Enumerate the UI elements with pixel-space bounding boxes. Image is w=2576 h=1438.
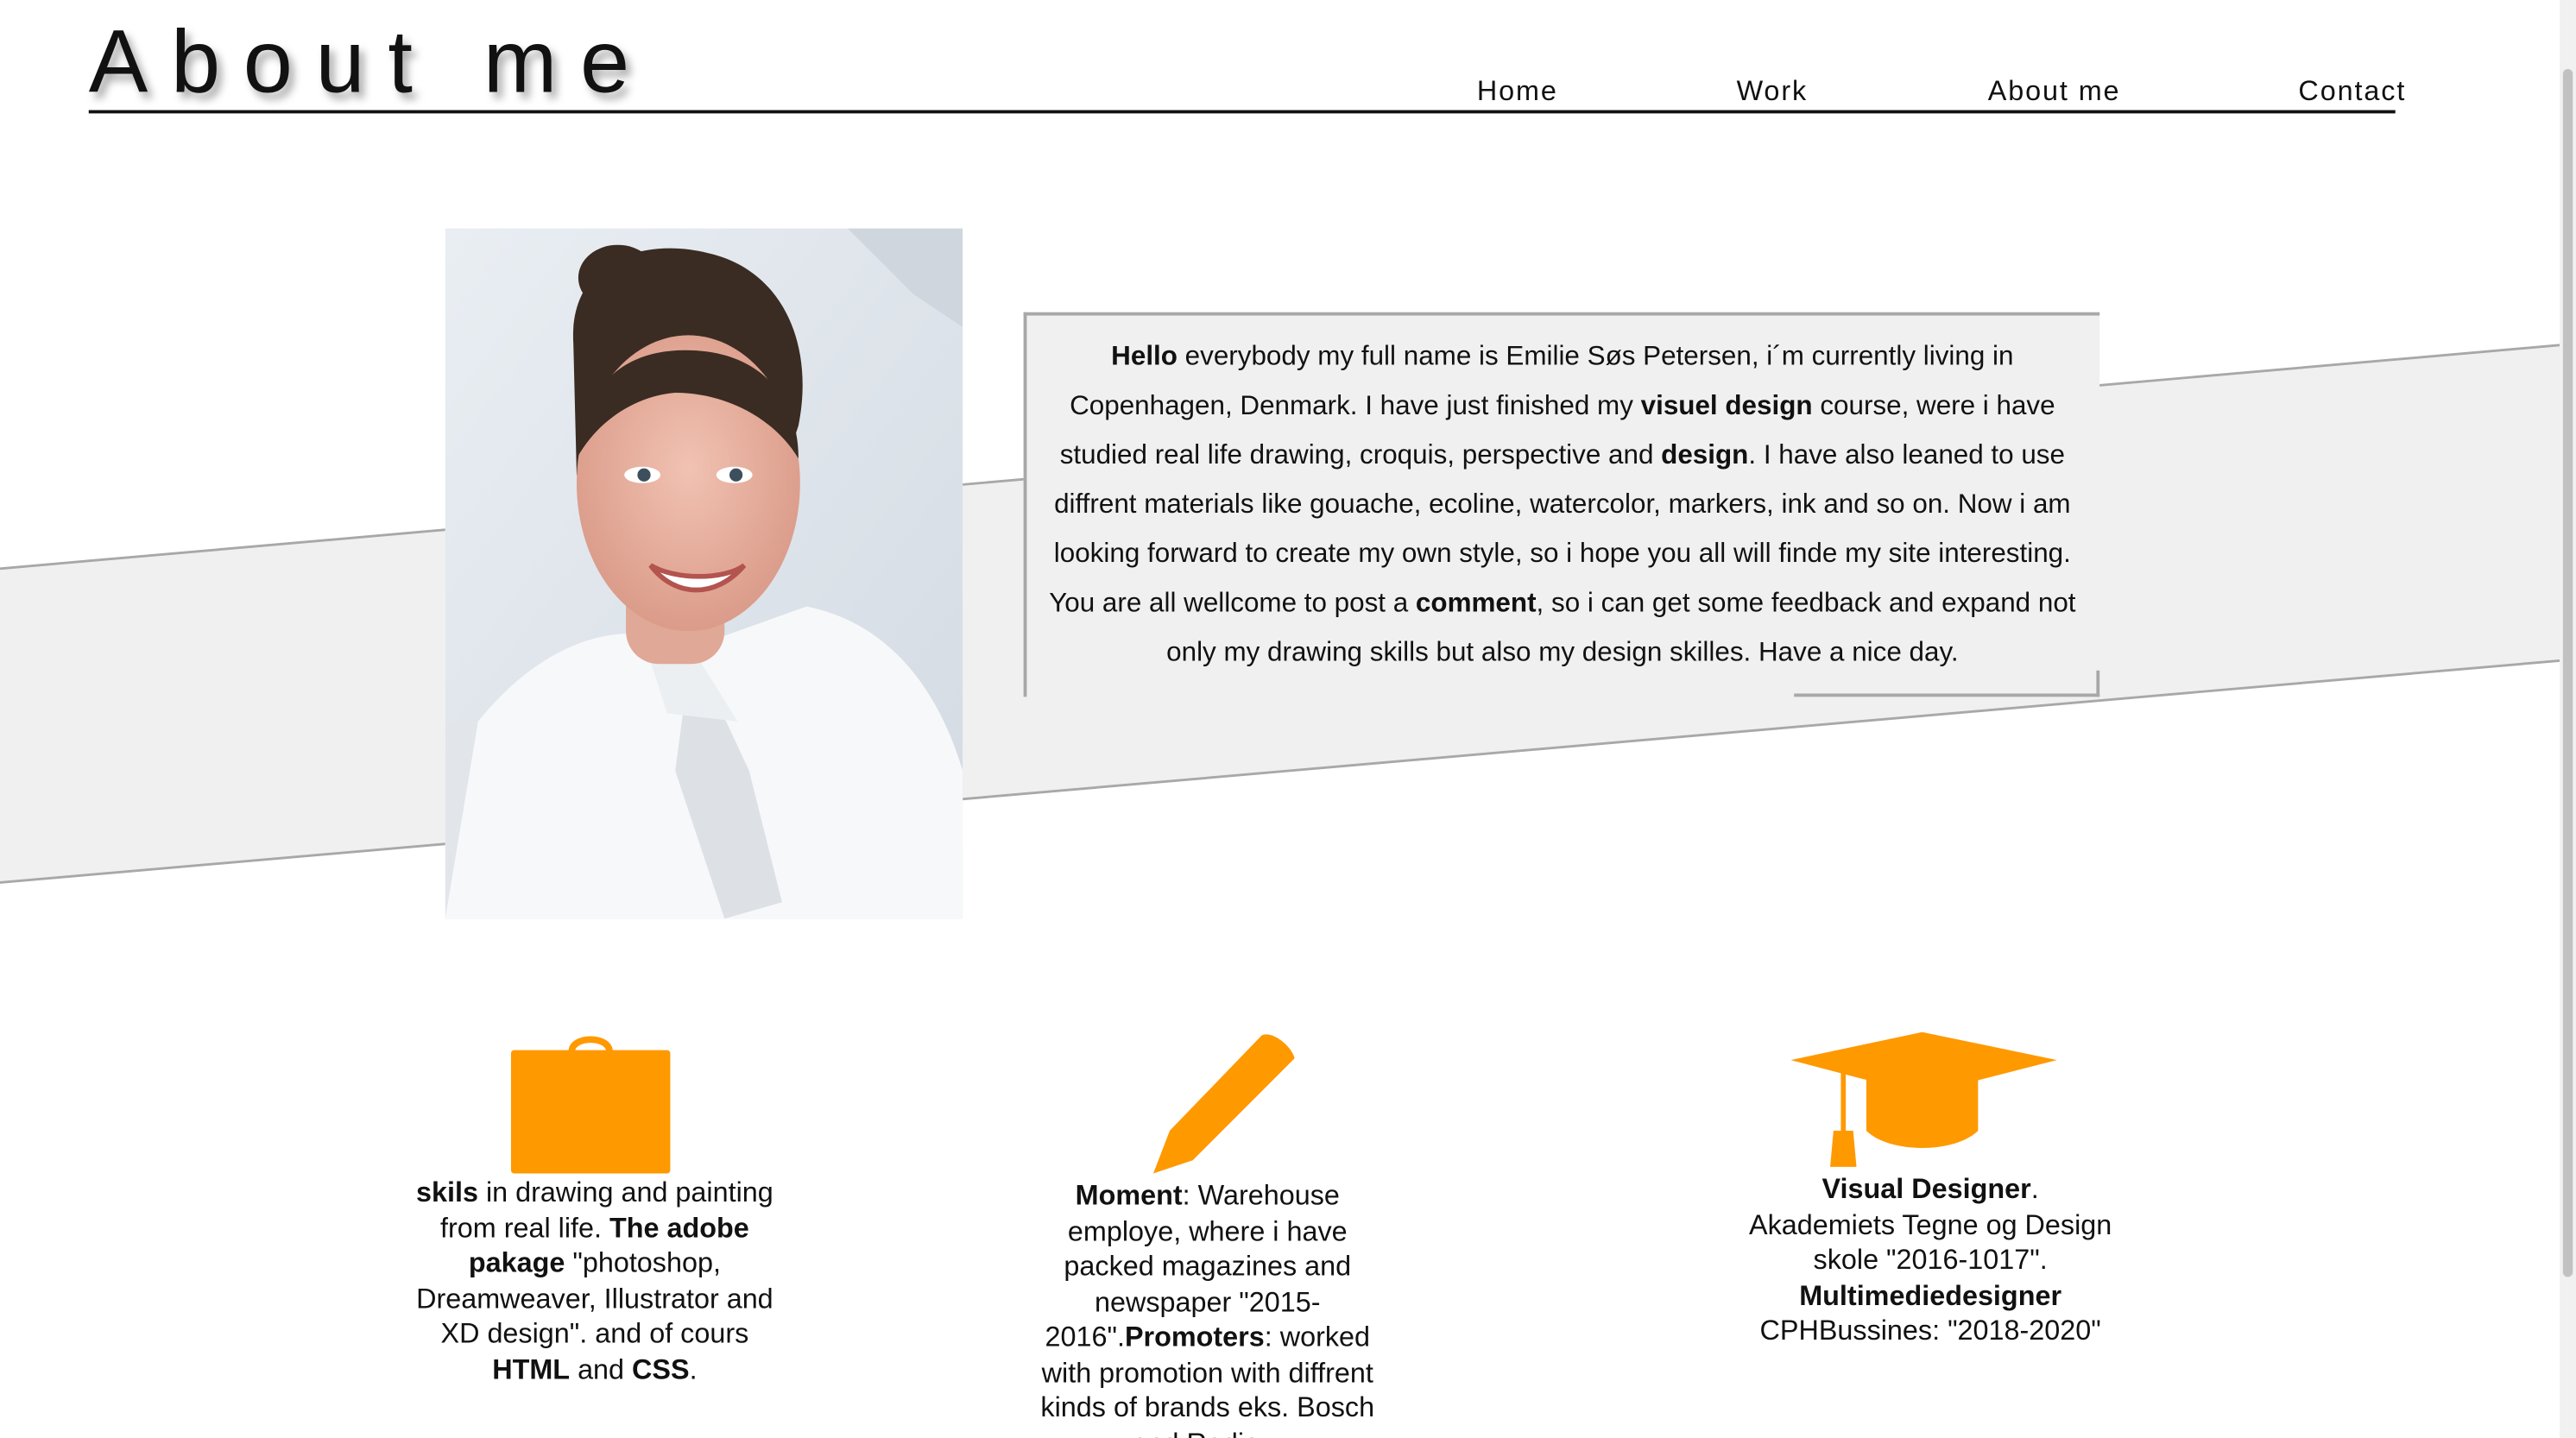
text-run: and — [570, 1353, 633, 1385]
skills-text: skils in drawing and painting from real … — [404, 1175, 786, 1387]
bold-text: Moment — [1075, 1180, 1183, 1212]
education-text: Visual Designer. Akademiets Tegne og Des… — [1748, 1172, 2112, 1349]
intro-card-corner-edge — [2096, 670, 2100, 697]
bold-text: Hello — [1111, 342, 1178, 372]
text-run: CPHBussines: "2018-2020" — [1759, 1315, 2101, 1347]
pencil-icon — [1152, 1034, 1295, 1174]
bold-text: visuel design — [1640, 391, 1813, 421]
page-scrollbar[interactable] — [2560, 0, 2576, 1438]
bold-text: HTML — [492, 1353, 571, 1385]
nav-home-link[interactable]: Home — [1477, 76, 1558, 109]
bold-text: comment — [1415, 588, 1537, 618]
bold-text: Visual Designer — [1822, 1173, 2031, 1205]
main-nav: Home Work About me Contact — [0, 76, 2560, 112]
nav-contact-link[interactable]: Contact — [2298, 76, 2406, 109]
graduation-cap-icon — [1790, 1031, 2057, 1167]
intro-card-corner — [1794, 693, 2100, 697]
page: About me Home Work About me Contact Hell… — [0, 0, 2576, 1438]
bold-text: CSS — [632, 1353, 690, 1385]
profile-photo — [445, 228, 963, 919]
intro-paragraph: Hello everybody my full name is Emilie S… — [1035, 332, 2090, 678]
bold-text: Multimediedesigner — [1799, 1279, 2062, 1311]
nav-work-link[interactable]: Work — [1737, 76, 1809, 109]
header-divider — [88, 110, 2396, 114]
nav-about-link[interactable]: About me — [1988, 76, 2121, 109]
bold-text: Promoters — [1124, 1321, 1265, 1353]
briefcase-icon — [510, 1036, 671, 1174]
text-run: . — [689, 1353, 698, 1385]
scrollbar-thumb[interactable] — [2562, 68, 2573, 1277]
bold-text: design — [1661, 440, 1749, 470]
experience-text: Moment: Warehouse employe, where i have … — [1026, 1178, 1390, 1438]
bold-text: skils — [416, 1176, 479, 1208]
